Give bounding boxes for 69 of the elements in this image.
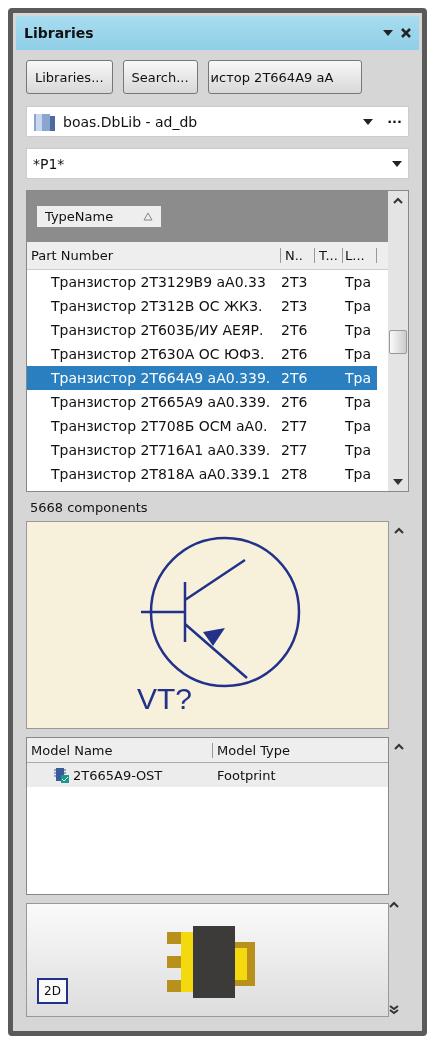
column-header[interactable]: N.. xyxy=(281,248,315,263)
column-header[interactable]: T... xyxy=(315,248,343,263)
column-header[interactable]: Model Type xyxy=(213,742,291,758)
table-cell: 2Т8 xyxy=(281,466,308,482)
close-icon[interactable] xyxy=(401,28,411,38)
table-cell: Тра xyxy=(345,442,372,458)
chip-check-icon xyxy=(53,767,69,783)
table-cell: 2Т3 xyxy=(281,274,308,290)
model-row[interactable]: 2Т665А9-OST Footprint xyxy=(27,763,388,787)
table-cell: 2Т7 xyxy=(281,418,308,434)
table-cell: Транзистор 2Т3129В9 аА0.33 xyxy=(51,274,266,290)
table-cell: 2Т6 xyxy=(281,370,308,386)
table-cell: Тра xyxy=(345,298,372,314)
scroll-up-icon[interactable] xyxy=(393,197,403,205)
column-header[interactable]: Part Number xyxy=(27,248,281,263)
table-cell: 2Т6 xyxy=(281,322,308,338)
table-row[interactable]: Транзистор 2Т312В ОС ЖКЗ. 2Т3 Тра xyxy=(27,294,388,318)
filter-dropdown[interactable]: *P1* xyxy=(26,148,409,179)
component-count: 5668 components xyxy=(29,499,149,517)
table-cell: 2Т6 xyxy=(281,346,308,362)
table-cell: Транзистор 2Т664А9 аА0.339. xyxy=(51,370,271,386)
place-button[interactable]: истор 2Т664А9 аА xyxy=(207,60,362,94)
table-cell: Тра xyxy=(345,274,372,290)
table-cell: Тра xyxy=(345,418,372,434)
collapse-icon[interactable] xyxy=(389,901,399,909)
more-button[interactable]: ··· xyxy=(387,114,402,129)
column-header[interactable]: L... xyxy=(343,248,377,263)
table-row[interactable]: Транзистор 2Т665А9 аА0.339. 2Т6 Тра xyxy=(27,390,388,414)
table-cell: Транзистор 2Т708Б ОСМ аА0. xyxy=(51,418,268,434)
database-icon xyxy=(33,111,57,132)
scroll-down-icon[interactable] xyxy=(393,479,403,485)
libraries-button[interactable]: Libraries... xyxy=(26,60,113,94)
library-dropdown[interactable]: boas.DbLib - ad_db ··· xyxy=(26,106,409,137)
2d-view-button[interactable]: 2D xyxy=(37,978,68,1004)
table-row[interactable]: Транзистор 2Т603Б/ИУ АЕЯР. 2Т6 Тра xyxy=(27,318,388,342)
table-cell: Тра xyxy=(345,466,372,482)
group-by-chip[interactable]: TypeName xyxy=(37,206,162,227)
table-row[interactable]: Транзистор 2Т818А аА0.339.1 2Т8 Тра xyxy=(27,462,388,486)
table-cell: 2Т6 xyxy=(281,394,308,410)
search-button[interactable]: Search... xyxy=(122,60,198,94)
designator-label: VT? xyxy=(137,682,193,716)
column-header[interactable]: Model Name xyxy=(27,742,213,758)
table-cell: Транзистор 2Т716А1 аА0.339. xyxy=(51,442,271,458)
table-cell: Транзистор 2Т603Б/ИУ АЕЯР. xyxy=(51,322,264,338)
table-cell: 2Т3 xyxy=(281,298,308,314)
expand-icon[interactable] xyxy=(389,1005,399,1015)
table-cell: Транзистор 2Т665А9 аА0.339. xyxy=(51,394,271,410)
table-cell: Транзистор 2Т818А аА0.339.1 xyxy=(51,466,271,482)
dropdown-icon xyxy=(392,159,402,168)
table-cell: Тра xyxy=(345,370,372,386)
table-cell: 2Т7 xyxy=(281,442,308,458)
panel-title: Libraries xyxy=(24,25,95,41)
model-type: Footprint xyxy=(216,767,276,783)
table-cell: Тра xyxy=(345,346,372,362)
table-row[interactable]: Транзистор 2Т716А1 аА0.339. 2Т7 Тра xyxy=(27,438,388,462)
collapse-icon[interactable] xyxy=(394,743,404,751)
dropdown-icon[interactable] xyxy=(383,29,393,37)
model-name: 2Т665А9-OST xyxy=(73,767,163,783)
table-row[interactable]: Транзистор 2Т630А ОС ЮФЗ. 2Т6 Тра xyxy=(27,342,388,366)
scrollbar-thumb[interactable] xyxy=(389,330,407,354)
sort-icon xyxy=(143,212,154,221)
dropdown-icon xyxy=(363,117,374,126)
collapse-icon[interactable] xyxy=(394,527,404,535)
table-row[interactable]: Транзистор 2Т708Б ОСМ аА0. 2Т7 Тра xyxy=(27,414,388,438)
table-row[interactable]: Транзистор 2Т3129В9 аА0.33 2Т3 Тра xyxy=(27,270,388,294)
table-cell: Тра xyxy=(345,394,372,410)
table-cell: Тра xyxy=(345,322,372,338)
table-cell: Транзистор 2Т312В ОС ЖКЗ. xyxy=(51,298,263,314)
table-cell: Транзистор 2Т630А ОС ЮФЗ. xyxy=(51,346,265,362)
